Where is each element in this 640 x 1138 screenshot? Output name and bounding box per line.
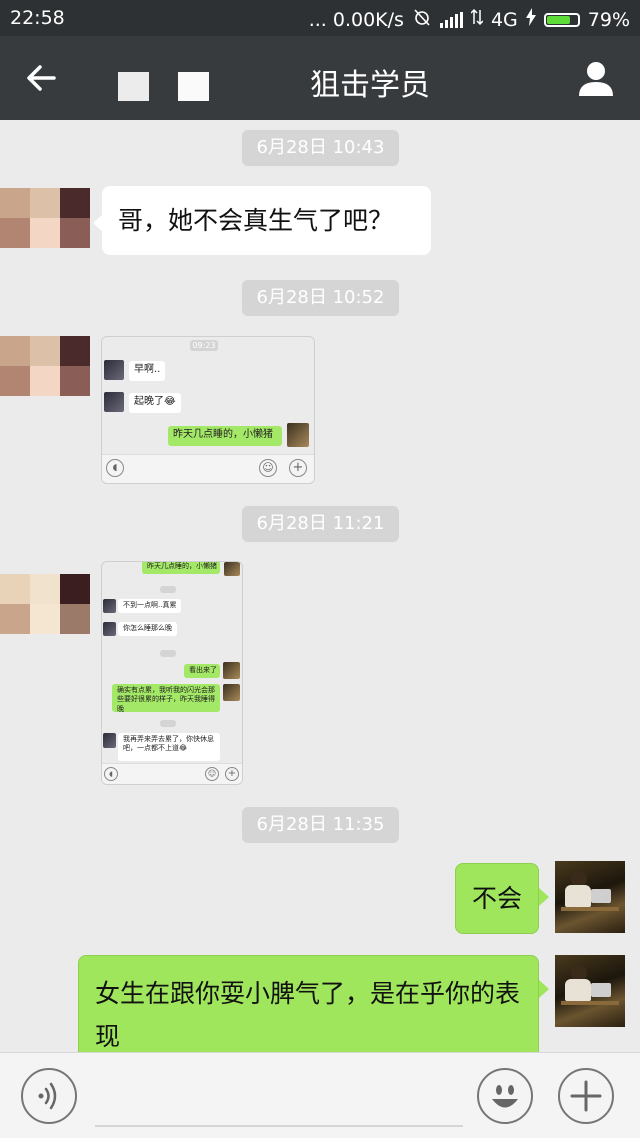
person-icon	[579, 62, 613, 96]
received-image-message[interactable]: 昨天几点睡的，小懒猪 不到一点啊..真累 你怎么睡那么晚 看出来了 确实有点累，…	[101, 561, 243, 785]
plus-icon	[570, 1080, 602, 1112]
avatar[interactable]	[0, 188, 90, 248]
battery-percent: 79%	[587, 8, 630, 31]
received-image-message[interactable]: 09:23 早啊.. 起晚了😂 昨天几点睡的，小懒猪 ◖ ☺ +	[101, 336, 315, 484]
emoji-button[interactable]	[477, 1068, 533, 1124]
emoji-icon: ☺	[259, 459, 277, 477]
voice-icon: ◖	[106, 459, 124, 477]
sent-message-bubble[interactable]: 不会	[455, 863, 539, 934]
network-type: 4G	[490, 8, 518, 31]
timestamp: 6月28日 10:52	[242, 280, 399, 316]
timestamp: 6月28日 10:43	[242, 130, 399, 166]
voice-icon	[38, 1082, 57, 1110]
chat-title: 狙击学员	[310, 68, 430, 103]
redaction-block	[178, 72, 209, 101]
chat-header: 狙击学员	[0, 36, 640, 120]
sent-message-bubble[interactable]: 女生在跟你耍小脾气了，是在乎你的表现	[78, 955, 539, 1052]
alarm-off-icon	[412, 7, 432, 32]
message-input[interactable]	[95, 1125, 463, 1127]
avatar[interactable]	[0, 336, 90, 396]
status-bar: 22:58 ... 0.00K/s 4G 79%	[0, 0, 640, 36]
input-bar	[0, 1052, 640, 1138]
signal-icon	[439, 11, 463, 28]
received-message-bubble[interactable]: 哥，她不会真生气了吧？	[102, 186, 431, 255]
avatar[interactable]	[555, 861, 625, 933]
redaction-block	[118, 72, 149, 101]
voice-button[interactable]	[21, 1068, 77, 1124]
avatar	[104, 392, 124, 412]
arrow-left-icon	[27, 65, 56, 91]
avatar	[104, 360, 124, 380]
contact-info-button[interactable]	[574, 56, 618, 100]
battery-icon	[543, 12, 580, 27]
avatar[interactable]	[0, 574, 90, 634]
timestamp: 6月28日 11:21	[242, 506, 399, 542]
plus-icon: +	[289, 459, 307, 477]
back-button[interactable]	[22, 56, 66, 100]
avatar[interactable]	[555, 955, 625, 1027]
network-speed: ... 0.00K/s	[308, 8, 404, 31]
emoji-icon	[492, 1085, 518, 1108]
charging-icon	[525, 8, 536, 31]
data-arrows-icon	[470, 8, 484, 31]
avatar	[287, 423, 309, 447]
chat-area[interactable]: 6月28日 10:43 哥，她不会真生气了吧？ 6月28日 10:52 09:2…	[0, 120, 640, 1052]
timestamp: 6月28日 11:35	[242, 807, 399, 843]
status-time: 22:58	[10, 7, 65, 29]
more-options-button[interactable]	[558, 1068, 614, 1124]
